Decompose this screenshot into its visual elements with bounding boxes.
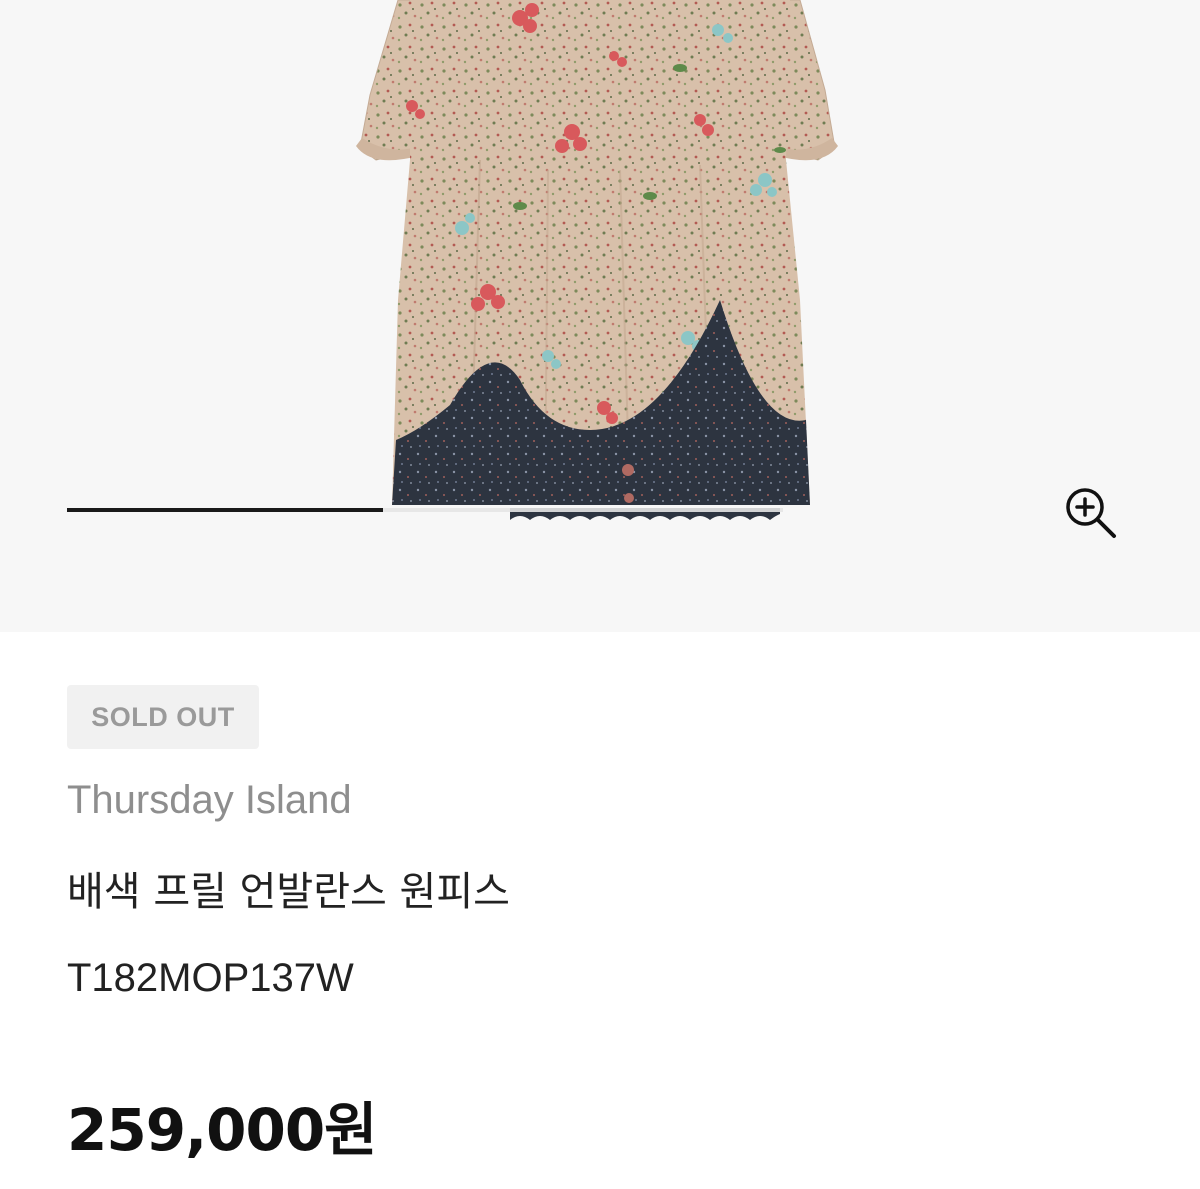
product-image-gallery[interactable] — [0, 0, 1200, 632]
zoom-in-icon — [1066, 488, 1116, 538]
product-price: 259,000원 — [67, 1096, 378, 1164]
brand-name[interactable]: Thursday Island — [67, 774, 352, 826]
slide-indicator-track — [383, 508, 783, 512]
product-title: 배색 프릴 언발란스 원피스 — [67, 869, 510, 915]
slide-indicator-active — [67, 508, 383, 512]
zoom-in-button[interactable] — [1058, 480, 1124, 546]
product-image[interactable] — [0, 0, 1200, 632]
sold-out-badge: SOLD OUT — [67, 685, 259, 749]
product-code: T182MOP137W — [67, 956, 354, 1000]
